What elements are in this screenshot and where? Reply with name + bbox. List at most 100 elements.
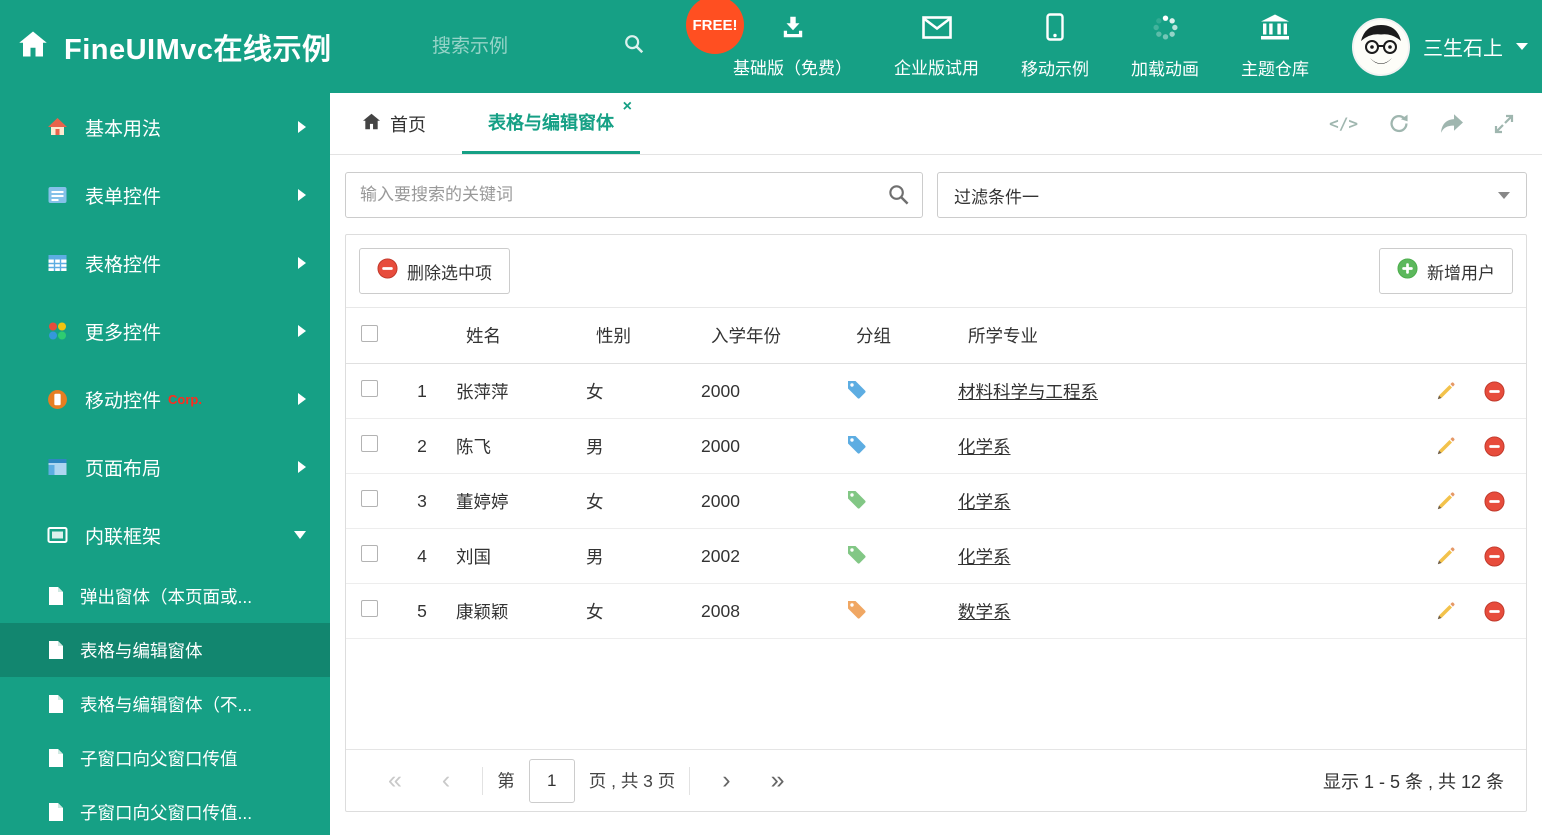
- top-header: FineUIMvc在线示例 FREE! 基础版（免费） 企业版试用 移动示例: [0, 0, 1542, 93]
- delete-row-icon[interactable]: [1483, 545, 1505, 567]
- major-link[interactable]: 数学系: [958, 602, 1011, 622]
- col-header-year: 入学年份: [691, 307, 836, 364]
- delete-row-icon[interactable]: [1483, 490, 1505, 512]
- sidebar-item-label: 表单控件: [85, 186, 162, 208]
- sidebar-item-basic-usage[interactable]: 基本用法: [0, 93, 330, 161]
- cell-year: 2002: [691, 528, 836, 584]
- select-all-checkbox[interactable]: [361, 324, 378, 342]
- sidebar-subitem-label: 子窗口向父窗口传值...: [80, 802, 253, 823]
- pager-divider: [482, 766, 484, 795]
- nav-item-label: 基础版（免费）: [733, 59, 852, 78]
- chevron-down-icon: [1516, 43, 1528, 50]
- sidebar-subitem-label: 弹出窗体（本页面或...: [80, 586, 253, 607]
- chevron-right-icon: [298, 393, 306, 405]
- filter-row: 过滤条件一: [345, 172, 1527, 218]
- major-link[interactable]: 材料科学与工程系: [958, 382, 1098, 402]
- filter-dropdown[interactable]: 过滤条件一: [937, 172, 1527, 218]
- sidebar-subitem-child-to-parent-2[interactable]: 子窗口向父窗口传值...: [0, 785, 330, 835]
- sidebar-item-inline-frame[interactable]: 内联框架: [0, 501, 330, 569]
- avatar: [1352, 17, 1410, 76]
- search-icon[interactable]: [623, 33, 645, 60]
- search-icon[interactable]: [887, 183, 910, 211]
- edit-pencil-icon[interactable]: [1436, 381, 1456, 401]
- table-row[interactable]: 2 陈飞 男 2000 化学系: [346, 418, 1526, 474]
- delete-row-icon[interactable]: [1483, 600, 1505, 622]
- prev-page-button[interactable]: ‹: [422, 768, 470, 793]
- sidebar-subitem-popup-window[interactable]: 弹出窗体（本页面或...: [0, 569, 330, 623]
- nav-item-enterprise-trial[interactable]: 企业版试用: [873, 0, 1000, 93]
- home-icon: [362, 113, 381, 135]
- sidebar-subitem-child-to-parent[interactable]: 子窗口向父窗口传值: [0, 731, 330, 785]
- edit-pencil-icon[interactable]: [1436, 436, 1456, 456]
- refresh-icon[interactable]: [1388, 113, 1410, 134]
- cell-name: 董婷婷: [446, 473, 576, 529]
- add-user-button[interactable]: 新增用户: [1379, 248, 1513, 294]
- table-row[interactable]: 1 张萍萍 女 2000 材料科学与工程系: [346, 363, 1526, 419]
- grid-panel: 删除选中项 新增用户 姓名 性别 入学年份 分组 所学专业 1 张萍萍 女 20…: [345, 234, 1527, 812]
- sidebar-item-page-layout[interactable]: 页面布局: [0, 433, 330, 501]
- cell-gender: 男: [576, 528, 691, 584]
- row-checkbox[interactable]: [361, 490, 378, 507]
- table-row[interactable]: 5 康颖颖 女 2008 数学系: [346, 583, 1526, 639]
- cell-year: 2000: [691, 473, 836, 529]
- user-menu[interactable]: 三生石上: [1352, 0, 1528, 93]
- app-logo[interactable]: FineUIMvc在线示例: [18, 0, 332, 93]
- row-checkbox[interactable]: [361, 380, 378, 397]
- nav-item-label: 主题仓库: [1241, 59, 1309, 79]
- source-code-icon[interactable]: </>: [1329, 114, 1358, 133]
- sidebar: 基本用法 表单控件 表格控件 更多控件 移动控件 Corp. 页面布局 内联框架…: [0, 93, 330, 835]
- keyword-search-input[interactable]: [345, 172, 923, 218]
- page-number-input[interactable]: [528, 758, 575, 803]
- next-page-button[interactable]: ›: [702, 768, 750, 793]
- minus-circle-icon: [377, 258, 398, 284]
- tab-home[interactable]: 首页: [344, 93, 444, 154]
- major-link[interactable]: 化学系: [958, 437, 1011, 457]
- delete-row-icon[interactable]: [1483, 435, 1505, 457]
- table-row[interactable]: 4 刘国 男 2002 化学系: [346, 528, 1526, 584]
- user-name: 三生石上: [1423, 38, 1503, 60]
- nav-item-theme-store[interactable]: 主题仓库: [1220, 0, 1330, 93]
- sidebar-subitem-grid-edit-window[interactable]: 表格与编辑窗体: [0, 623, 330, 677]
- row-checkbox[interactable]: [361, 600, 378, 617]
- row-checkbox[interactable]: [361, 435, 378, 452]
- mobile-icon: [1046, 13, 1064, 46]
- edit-pencil-icon[interactable]: [1436, 546, 1456, 566]
- main-area: 首页 表格与编辑窗体 × </> 输入要搜索的关键词 过滤条件一 删除选中项 新…: [330, 93, 1542, 835]
- chevron-right-icon: [298, 189, 306, 201]
- first-page-button[interactable]: «: [368, 768, 422, 793]
- row-index: 1: [398, 363, 446, 419]
- share-icon[interactable]: [1440, 113, 1464, 134]
- edit-pencil-icon[interactable]: [1436, 491, 1456, 511]
- nav-item-loading-animation[interactable]: 加载动画: [1110, 0, 1220, 93]
- close-icon[interactable]: ×: [623, 99, 632, 115]
- delete-row-icon[interactable]: [1483, 380, 1505, 402]
- sidebar-item-label: 移动控件: [85, 390, 162, 412]
- nav-item-label: 企业版试用: [894, 58, 979, 78]
- sidebar-item-grid-controls[interactable]: 表格控件: [0, 229, 330, 297]
- edit-pencil-icon[interactable]: [1436, 601, 1456, 621]
- sidebar-subitem-grid-edit-window-2[interactable]: 表格与编辑窗体（不...: [0, 677, 330, 731]
- tab-grid-edit-window[interactable]: 表格与编辑窗体 ×: [462, 93, 640, 154]
- delete-selected-button[interactable]: 删除选中项: [359, 248, 510, 294]
- cell-gender: 女: [576, 473, 691, 529]
- tag-icon: [846, 600, 866, 623]
- bank-icon: [1260, 14, 1290, 46]
- major-link[interactable]: 化学系: [958, 547, 1011, 567]
- table-row[interactable]: 3 董婷婷 女 2000 化学系: [346, 473, 1526, 529]
- last-page-button[interactable]: »: [751, 768, 805, 793]
- sidebar-item-more-controls[interactable]: 更多控件: [0, 297, 330, 365]
- table-icon: [46, 252, 68, 274]
- plus-circle-icon: [1397, 258, 1418, 284]
- header-search-input[interactable]: [432, 35, 587, 58]
- sidebar-item-label: 页面布局: [85, 458, 162, 480]
- home-icon: [46, 116, 68, 138]
- chevron-right-icon: [298, 325, 306, 337]
- row-checkbox[interactable]: [361, 545, 378, 562]
- nav-item-mobile-demo[interactable]: 移动示例: [1000, 0, 1110, 93]
- major-link[interactable]: 化学系: [958, 492, 1011, 512]
- expand-icon[interactable]: [1494, 114, 1514, 134]
- sidebar-item-mobile-controls[interactable]: 移动控件 Corp.: [0, 365, 330, 433]
- envelope-icon: [921, 15, 952, 45]
- sidebar-item-form-controls[interactable]: 表单控件: [0, 161, 330, 229]
- chevron-right-icon: [298, 461, 306, 473]
